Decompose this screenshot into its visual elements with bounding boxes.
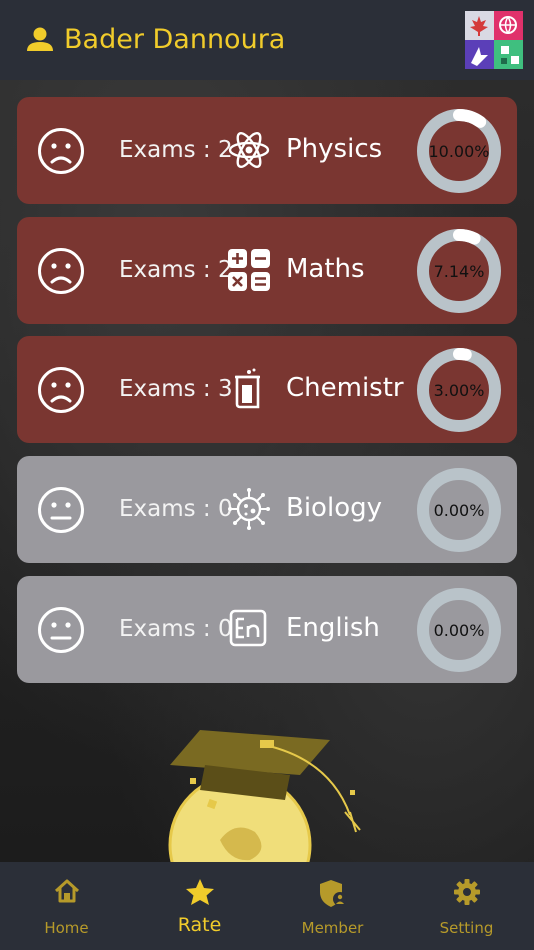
nav-setting[interactable]: Setting — [400, 862, 533, 950]
nav-rate-label: Rate — [177, 914, 222, 936]
subject-name: Chemistr — [286, 373, 404, 403]
beaker-icon — [235, 368, 260, 409]
nav-member[interactable]: Member — [266, 862, 399, 950]
user-name: Bader Dannoura — [64, 24, 286, 55]
subject-card-biology[interactable]: Exams : 0 Biology 0.00% — [17, 456, 517, 563]
subject-name: Maths — [286, 254, 365, 284]
shield-user-icon — [319, 880, 347, 907]
neutral-face-icon — [38, 487, 84, 533]
subject-card-maths[interactable]: Exams : 2 Maths 7.14% — [17, 217, 517, 324]
neutral-face-icon — [38, 607, 84, 653]
nav-member-label: Member — [301, 919, 364, 937]
subject-name: English — [286, 613, 380, 643]
top-bar: Bader Dannoura — [0, 0, 534, 80]
exam-count: Exams : 2 — [119, 137, 233, 163]
exam-count: Exams : 0 — [119, 616, 233, 642]
percent-label: 3.00% — [433, 380, 485, 400]
home-icon — [54, 879, 79, 903]
subject-name: Physics — [286, 134, 383, 164]
exam-count: Exams : 2 — [119, 257, 233, 283]
subject-card-english[interactable]: Exams : 0 English 0.00% — [17, 576, 517, 683]
nav-home-label: Home — [44, 919, 89, 937]
star-icon — [185, 879, 214, 905]
virus-icon — [228, 488, 270, 530]
subject-card-chemistry[interactable]: Exams : 3 Chemistr 3.00% — [17, 336, 517, 443]
percent-label: 10.00% — [428, 141, 490, 161]
nav-setting-label: Setting — [439, 919, 494, 937]
exam-count: Exams : 0 — [119, 496, 233, 522]
app-logo-icon[interactable] — [465, 11, 523, 69]
subject-card-physics[interactable]: Exams : 2 Physics 10.00% — [17, 97, 517, 204]
gear-icon — [453, 879, 480, 905]
sad-face-icon — [38, 248, 84, 294]
person-icon — [27, 27, 53, 51]
nav-home[interactable]: Home — [0, 862, 133, 950]
en-icon — [229, 609, 267, 647]
percent-label: 0.00% — [433, 620, 485, 640]
graduation-illustration — [168, 730, 361, 862]
subject-name: Biology — [286, 493, 382, 523]
calculator-icon — [228, 249, 270, 291]
bottom-nav: Home Rate Member Setting — [0, 862, 534, 950]
percent-label: 0.00% — [433, 500, 485, 520]
rate-content: Exams : 2 Physics 10.00% Exams : 2 Maths… — [0, 80, 534, 862]
atom-icon — [228, 131, 270, 169]
exam-count: Exams : 3 — [119, 376, 233, 402]
percent-label: 7.14% — [433, 261, 485, 281]
sad-face-icon — [38, 367, 84, 413]
nav-rate[interactable]: Rate — [133, 862, 266, 950]
sad-face-icon — [38, 128, 84, 174]
